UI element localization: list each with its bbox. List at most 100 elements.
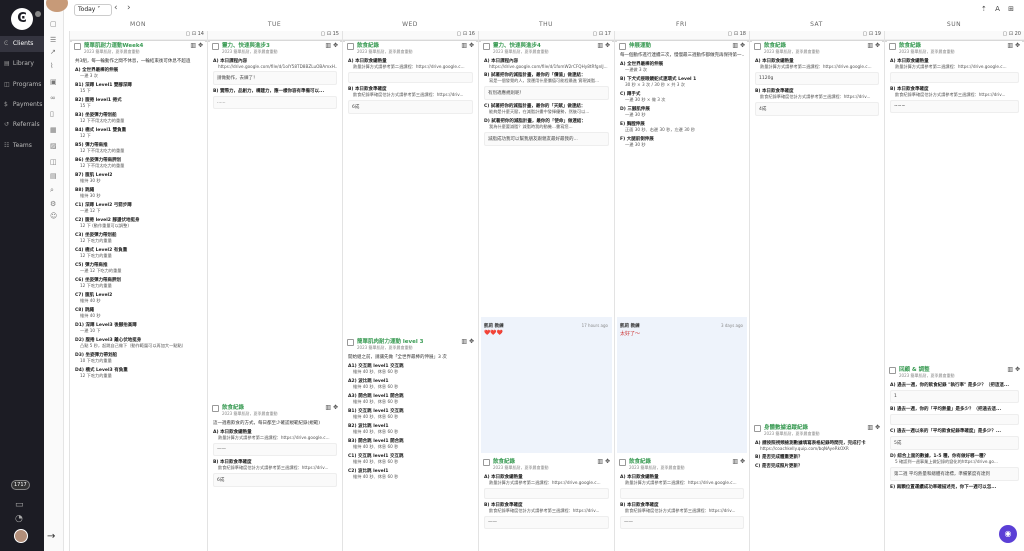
complete-checkbox[interactable] <box>889 43 896 50</box>
card-actions[interactable]: ▥ ✥ <box>461 338 474 345</box>
exercise-item[interactable]: A) 全世界最棒的伸展 一邊做 3 次 <box>620 61 744 73</box>
workout-card[interactable]: ▥ ✥ 飲食紀錄 2023 簡單肌耐，夏季晨會重動 A) 本日飲食總熱量 熱量計算方式請… <box>481 457 612 529</box>
response-box[interactable]: ...... <box>213 96 337 109</box>
nav-item-clients[interactable]: Ͼ Clients <box>0 36 44 52</box>
exercise-item[interactable]: E) 兩顆位置運續成功率確描述見，你下一週可以怎... <box>890 484 1019 490</box>
card-actions[interactable]: ▥ ✥ <box>867 42 880 49</box>
exercise-item[interactable]: B) 本日飲食準確度 飲食紀錄準確度估計方式請參考第三週課程：https://dr… <box>484 502 609 514</box>
coach-comment[interactable]: 凱莉 教練 17 hours ago ❤️❤️❤️ <box>481 317 612 453</box>
exercise-item[interactable]: C8) 跳繩 維持 40 秒 <box>75 307 202 319</box>
exercise-item[interactable]: A) 本日飲食總熱量 熱量計算方式請參考第二週課程：https://drive.g… <box>484 474 609 486</box>
card-title[interactable]: 飲食紀錄 <box>357 41 476 49</box>
workout-card[interactable]: ▥ ✥ 飲食紀錄 2023 簡單肌耐，夏季晨會重動 A) 本日飲食總熱量 熱量計算方式請… <box>752 41 882 116</box>
card-title[interactable]: 簡單肌肉耐力運動 level 3 <box>357 337 476 345</box>
nav-item-programs[interactable]: ◫ Programs <box>0 77 44 93</box>
card-title[interactable]: 簡單肌耐力運動Week4 <box>84 41 205 49</box>
response-box[interactable]: 減脂成功我可以幫我朋友跟親友最好最我的... <box>484 132 609 146</box>
exercise-item[interactable]: E) 胸膛伸展 正面 30 秒、右邊 30 秒，左邊 30 秒 <box>620 121 744 133</box>
nav-item-library[interactable]: ▤ Library <box>0 56 44 72</box>
card-title[interactable]: 回顧 & 調整 <box>899 365 1022 373</box>
document-icon[interactable]: ▯ <box>50 110 54 118</box>
card-actions[interactable]: ▥ ✥ <box>325 42 338 49</box>
response-box[interactable]: 6成 <box>348 100 473 114</box>
response-box[interactable]: 1120g <box>755 72 879 85</box>
notification-badge[interactable]: 1717 <box>11 480 30 490</box>
response-box[interactable]: 第二週 平均熱量和總體有達標，準備繁度有達到 <box>890 467 1019 481</box>
chat-icon[interactable]: ▭ <box>15 500 24 510</box>
card-actions[interactable]: ▥ ✥ <box>597 42 610 49</box>
camera-icon[interactable]: ▣ <box>50 78 57 86</box>
card-actions[interactable]: ▥ ✥ <box>1007 42 1020 49</box>
complete-checkbox[interactable] <box>212 43 219 50</box>
exercise-item[interactable]: B) 本日飲食準確度 飲食紀錄準確度估計方式請參考第三週課程：https://dr… <box>755 88 879 100</box>
exercise-item[interactable]: C) 是否完成照片更新？ <box>755 463 879 469</box>
collapse-arrow-icon[interactable]: → <box>47 531 63 545</box>
workout-card[interactable]: ▥ ✥ 飲食紀錄 2023 簡單肌耐，夏季晨會重動 這一週看飲食的方式，每日都至少確認… <box>210 403 340 487</box>
card-title[interactable]: 飲食紀錄 <box>493 457 612 465</box>
exercise-item[interactable]: B4) 橋式 level1 雙負重 12 下 <box>75 127 202 139</box>
graph-icon[interactable]: ⌇ <box>50 62 53 70</box>
complete-checkbox[interactable] <box>74 43 81 50</box>
exercise-item[interactable]: A) 本日飲食總熱量 熱量計算方式請參考第二週課程：https://drive.g… <box>348 58 473 70</box>
next-week-button[interactable]: › <box>127 3 131 13</box>
response-box[interactable]: 4成 <box>755 102 879 116</box>
exercise-item[interactable]: A) 本日飲食總熱量 熱量計算方式請參考第二週課程：https://drive.g… <box>755 58 879 70</box>
workout-card[interactable]: ▥ ✥ 回顧 & 調整 2023 簡單肌耐，夏季晨會重動 A) 過去一週，你的飲食紀錄… <box>887 365 1022 490</box>
complete-checkbox[interactable] <box>212 405 219 412</box>
app-logo[interactable]: Ͼ <box>11 8 33 30</box>
response-box[interactable]: 1 <box>890 390 1019 403</box>
exercise-item[interactable]: B) 試著把你的減脂計畫，最你的「價值」做連結： 寫是一個發覺的人，我運用什麼價值… <box>484 72 609 84</box>
response-box[interactable]: 有別適應規則呢！ <box>484 86 609 100</box>
complete-checkbox[interactable] <box>619 459 626 466</box>
complete-checkbox[interactable] <box>754 43 761 50</box>
chart-icon[interactable]: ↗ <box>50 48 56 56</box>
exercise-item[interactable]: B3) 開合跳 level1 開合跳 維持 40 秒、休息 60 秒 <box>348 438 473 450</box>
card-title[interactable]: 身體數據追蹤紀錄 <box>764 423 882 431</box>
card-title[interactable]: 飲食紀錄 <box>899 41 1022 49</box>
workout-card[interactable]: ▥ ✥ 伸展運動 每一個動作進行連續三次，慢慢最三週動作都做完再保持第一... A) … <box>617 41 747 148</box>
exercise-item[interactable]: C6) 坐姿彈力帶肩胛划 12 下吃力的重量 <box>75 277 202 289</box>
card-title[interactable]: 飲食紀錄 <box>222 403 340 411</box>
grid-icon[interactable]: ▦ <box>50 126 57 134</box>
response-box[interactable]: —— <box>213 443 337 456</box>
exercise-item[interactable]: A) 本日飲食總熱量 熱量計算方式請參考第二週課程：https://drive.g… <box>620 474 744 486</box>
exercise-item[interactable]: B3) 坐姿彈力帶划船 12 下不用太吃力的重量 <box>75 112 202 124</box>
response-box[interactable]: 5成 <box>890 436 1019 450</box>
complete-checkbox[interactable] <box>347 43 354 50</box>
exercise-item[interactable]: B) 本日飲食準確度 飲食紀錄準確度估計方式請參考第三週課程：https://dr… <box>620 502 744 514</box>
complete-checkbox[interactable] <box>483 43 490 50</box>
user-avatar[interactable] <box>14 529 28 543</box>
exercise-item[interactable]: A) 本日飲食總熱量 熱量計算方式請參考第二週課程：https://drive.g… <box>890 58 1019 70</box>
workout-card[interactable]: ▥ ✥ 靈力、快速與進步3 2023 簡單肌耐，夏季晨會重動 A) 本日課程內容 htt… <box>210 41 340 109</box>
nav-item-payments[interactable]: $ Payments <box>0 97 44 113</box>
exercise-item[interactable]: B2) 波比跳 level1 維持 40 秒、休息 60 秒 <box>348 423 473 435</box>
exercise-item[interactable]: D2) 腹捲 Level3 離心伏地挺身 凸點 5 秒，起跳自己做下（動作範圍可以… <box>75 337 202 349</box>
list-icon[interactable]: ☰ <box>50 36 56 44</box>
exercise-item[interactable]: B) 實際力，品創力，構建力，應一樣你容有準備可以... <box>213 88 337 94</box>
complete-checkbox[interactable] <box>754 425 761 432</box>
exercise-item[interactable]: B) 本日飲食準確度 飲食紀錄準確度估計方式請參考第三週課程：https://dr… <box>213 459 337 471</box>
response-box[interactable] <box>348 72 473 83</box>
card-actions[interactable]: ▥ ✥ <box>732 42 745 49</box>
exercise-item[interactable]: B) 下犬式接眼鏡蛇式連環式 Level 1 30 秒 × 3 次 / 30 秒 … <box>620 76 744 88</box>
exercise-item[interactable]: D) 綜合上面的數據，1-5 種，你有做好哪一種？ 5 確認到一週事業上做記錄的變… <box>890 453 1019 465</box>
exercise-item[interactable]: C2) 腹捲 level2 腳盪伏地挺身 12 下 (動作重量可以調整) <box>75 217 202 229</box>
workout-card[interactable]: ▥ ✥ 簡單肌耐力運動Week4 2023 簡單肌耐，夏季晨會重動 共3組，每一輪動作… <box>72 41 205 379</box>
card-actions[interactable]: ▥ ✥ <box>1007 366 1020 373</box>
card-title[interactable]: 靈力、快速與進步4 <box>493 41 612 49</box>
exercise-item[interactable]: B1) 深蹲 Level1 雙腳深蹲 15 下 <box>75 82 202 94</box>
calendar-icon[interactable]: ▢ <box>50 20 57 28</box>
card-actions[interactable]: ▥ ✥ <box>597 458 610 465</box>
exercise-item[interactable]: B8) 跳繩 維持 30 秒 <box>75 187 202 199</box>
folder-icon[interactable]: ▤ <box>50 172 57 180</box>
response-box[interactable] <box>890 72 1019 83</box>
exercise-item[interactable]: B2) 腹捲 level1 捲式 15 下 <box>75 97 202 109</box>
exercise-item[interactable]: D) 三腳肌伸展 一邊 30 秒 <box>620 106 744 118</box>
card-actions[interactable]: ▥ ✥ <box>190 42 203 49</box>
card-actions[interactable]: ▥ ✥ <box>867 424 880 431</box>
exercise-item[interactable]: C2) 波比跳 level1 維持 40 秒、休息 60 秒 <box>348 468 473 480</box>
complete-checkbox[interactable] <box>889 367 896 374</box>
exercise-item[interactable]: C1) 深蹲 Level2 弓箭步蹲 一邊 12 下 <box>75 202 202 214</box>
toolbar-actions[interactable]: ⇡ A ⊞ <box>981 5 1014 13</box>
exercise-item[interactable]: C7) 腹肌 Level2 維持 40 秒 <box>75 292 202 304</box>
